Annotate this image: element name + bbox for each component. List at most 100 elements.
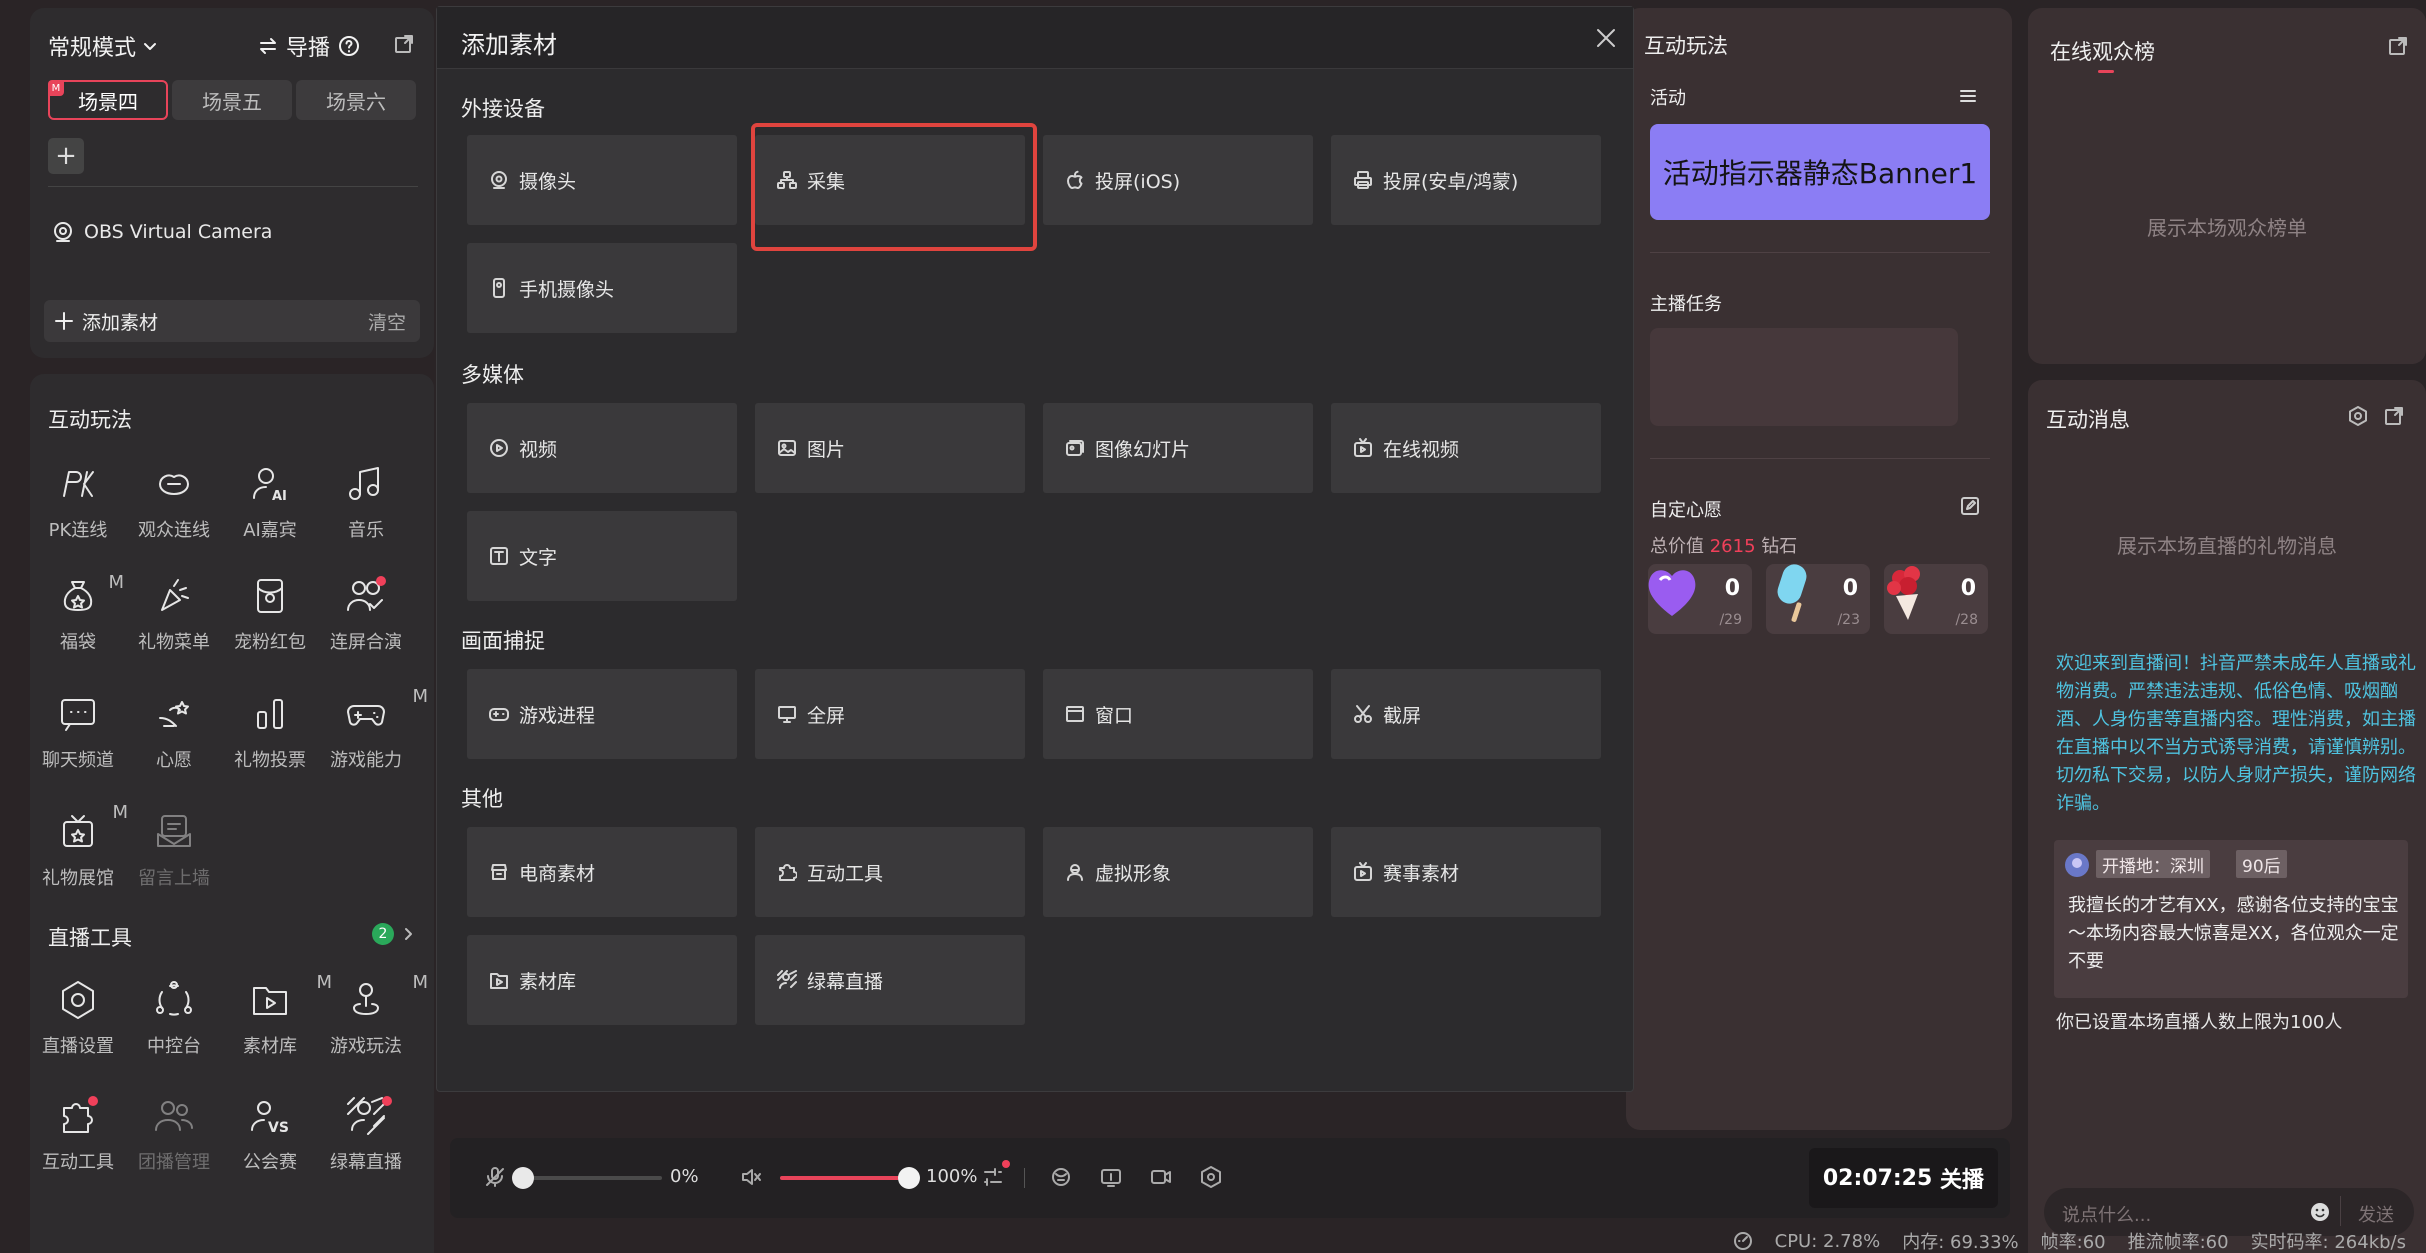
beauty-filter-icon[interactable] [1050, 1166, 1072, 1188]
end-live-button[interactable]: 02:07:25 关播 [1808, 1148, 1998, 1208]
emoji-icon[interactable] [2310, 1202, 2330, 1222]
source-image[interactable]: 图片 [755, 403, 1025, 493]
scene-tab-label: 场景六 [326, 89, 386, 114]
wish-gift-3[interactable]: 0 /28 [1884, 564, 1988, 634]
task-card[interactable] [1650, 328, 1958, 426]
tool-music[interactable]: 音乐 [318, 462, 414, 556]
source-ecommerce[interactable]: 电商素材 [467, 827, 737, 917]
screen-layout-icon[interactable] [1100, 1166, 1122, 1188]
source-match-material[interactable]: 赛事素材 [1331, 827, 1601, 917]
total-suffix: 钻石 [1761, 536, 1798, 557]
scene-tab-6[interactable]: 场景六 [296, 80, 416, 120]
clear-button[interactable]: 清空 [368, 308, 406, 335]
source-fullscreen[interactable]: 全屏 [755, 669, 1025, 759]
chat-input[interactable]: 说点什么... [2062, 1201, 2151, 1227]
source-android-cast[interactable]: 投屏(安卓/鸿蒙) [1331, 135, 1601, 225]
green-screen-icon [777, 970, 797, 989]
tool-gift-vote[interactable]: 礼物投票 [222, 692, 318, 786]
tool-chat-channel[interactable]: 聊天频道 [30, 692, 126, 786]
menu-icon[interactable] [1958, 86, 1978, 106]
activity-banner[interactable]: 活动指示器静态Banner1 [1650, 124, 1990, 220]
source-video[interactable]: 视频 [467, 403, 737, 493]
close-icon[interactable] [1595, 27, 1617, 49]
wish-gift-2[interactable]: 0 /23 [1766, 564, 1870, 634]
tool-label: 连屏合演 [330, 632, 402, 653]
source-window[interactable]: 窗口 [1043, 669, 1313, 759]
tool-audience-link[interactable]: 观众连线 [126, 462, 222, 556]
card-label: 绿幕直播 [807, 970, 884, 993]
record-icon[interactable] [1150, 1166, 1172, 1188]
source-avatar[interactable]: 虚拟形象 [1043, 827, 1313, 917]
guide-toggle[interactable]: 导播 [258, 30, 360, 62]
edit-icon[interactable] [1960, 496, 1980, 516]
frame-rate: 帧率:60 [2040, 1232, 2106, 1253]
game-play-icon [353, 983, 379, 1015]
source-online-video[interactable]: 在线视频 [1331, 403, 1601, 493]
speaker-muted-icon[interactable] [740, 1166, 762, 1188]
source-phone-camera[interactable]: 手机摄像头 [467, 243, 737, 333]
settings-icon[interactable] [2348, 406, 2368, 426]
tool-green-screen[interactable]: 绿幕直播 [318, 1094, 414, 1188]
mic-volume-handle[interactable] [512, 1167, 534, 1189]
tool-pk[interactable]: PK连线 [30, 462, 126, 556]
scene-tab-4[interactable]: M 场景四 [48, 80, 168, 120]
tool-control-center[interactable]: 中控台 [126, 978, 222, 1072]
wish-gift-1[interactable]: 0 /29 [1648, 564, 1752, 634]
interaction-panel: 互动玩法 活动 活动指示器静态Banner1 主播任务 自定心愿 总价值 261… [1626, 8, 2012, 1130]
send-button[interactable]: 发送 [2358, 1201, 2394, 1227]
tool-gift-hall[interactable]: M 礼物展馆 [30, 802, 128, 904]
source-slideshow[interactable]: 图像幻灯片 [1043, 403, 1313, 493]
tool-interactive[interactable]: 互动工具 [30, 1094, 126, 1188]
add-source-button[interactable]: 添加素材 [54, 308, 158, 335]
popout-icon[interactable] [2388, 36, 2408, 56]
scene-panel: 常规模式 导播 M 场景四 场景五 场景六 + OBS Virtual Came… [30, 8, 434, 358]
messages-empty: 展示本场直播的礼物消息 [2117, 534, 2337, 558]
help-icon[interactable] [338, 35, 360, 57]
audio-mixer-icon[interactable] [982, 1166, 1004, 1188]
tool-guild-match[interactable]: VS 公会赛 [222, 1094, 318, 1188]
chevron-right-icon[interactable] [400, 926, 416, 942]
mode-selector[interactable]: 常规模式 [48, 30, 158, 62]
tool-lucky-bag[interactable]: M 福袋 [30, 572, 126, 668]
tool-co-stream[interactable]: 连屏合演 [318, 574, 414, 668]
source-ios-cast[interactable]: 投屏(iOS) [1043, 135, 1313, 225]
source-camera[interactable]: 摄像头 [467, 135, 737, 225]
wish-icon [159, 701, 189, 727]
tool-game-ability[interactable]: M 游戏能力 [318, 686, 428, 786]
performance-icon[interactable] [1733, 1231, 1753, 1251]
source-interactive-tool[interactable]: 互动工具 [755, 827, 1025, 917]
popout-icon[interactable] [394, 34, 414, 54]
card-label: 游戏进程 [519, 704, 596, 727]
group-manage-icon [155, 1101, 193, 1131]
source-screenshot[interactable]: 截屏 [1331, 669, 1601, 759]
system-notice: 欢迎来到直播间！抖音严禁未成年人直播或礼物消费。严禁违法违规、低俗色情、吸烟酗酒… [2056, 653, 2416, 814]
tool-ai-guest[interactable]: AI AI嘉宾 [222, 462, 318, 556]
tool-material-library[interactable]: M 素材库 [222, 972, 332, 1072]
source-text[interactable]: 文字 [467, 511, 737, 601]
tool-group-manage[interactable]: 团播管理 [126, 1094, 222, 1188]
scene-tab-5[interactable]: 场景五 [172, 80, 292, 120]
source-game-process[interactable]: 游戏进程 [467, 669, 737, 759]
mic-volume-track[interactable] [522, 1176, 662, 1180]
tool-red-packet[interactable]: 宠粉红包 [222, 574, 318, 668]
add-scene-button[interactable]: + [48, 138, 84, 174]
card-label: 虚拟形象 [1095, 862, 1172, 885]
ranking-panel: 在线观众榜 展示本场观众榜单 [2028, 8, 2426, 364]
tool-gift-menu[interactable]: 礼物菜单 [126, 574, 222, 668]
popout-icon[interactable] [2384, 406, 2404, 426]
tool-game-play[interactable]: M 游戏玩法 [318, 972, 428, 1072]
source-material-library[interactable]: 素材库 [467, 935, 737, 1025]
speaker-volume-track[interactable] [780, 1176, 910, 1180]
source-item-obs[interactable]: OBS Virtual Camera [52, 221, 272, 243]
speaker-volume-handle[interactable] [898, 1167, 920, 1189]
speaker-volume-value: 100% [926, 1166, 978, 1187]
svg-text:VS: VS [268, 1120, 289, 1136]
live-timer: 02:07:25 [1822, 1165, 1933, 1191]
text-icon [490, 547, 508, 565]
tool-wish[interactable]: 心愿 [126, 692, 222, 786]
source-green-screen[interactable]: 绿幕直播 [755, 935, 1025, 1025]
mic-muted-icon[interactable] [484, 1166, 506, 1188]
tool-live-settings[interactable]: 直播设置 [30, 978, 126, 1072]
settings-icon[interactable] [1200, 1166, 1222, 1188]
tool-message-wall[interactable]: 留言上墙 [126, 810, 222, 904]
